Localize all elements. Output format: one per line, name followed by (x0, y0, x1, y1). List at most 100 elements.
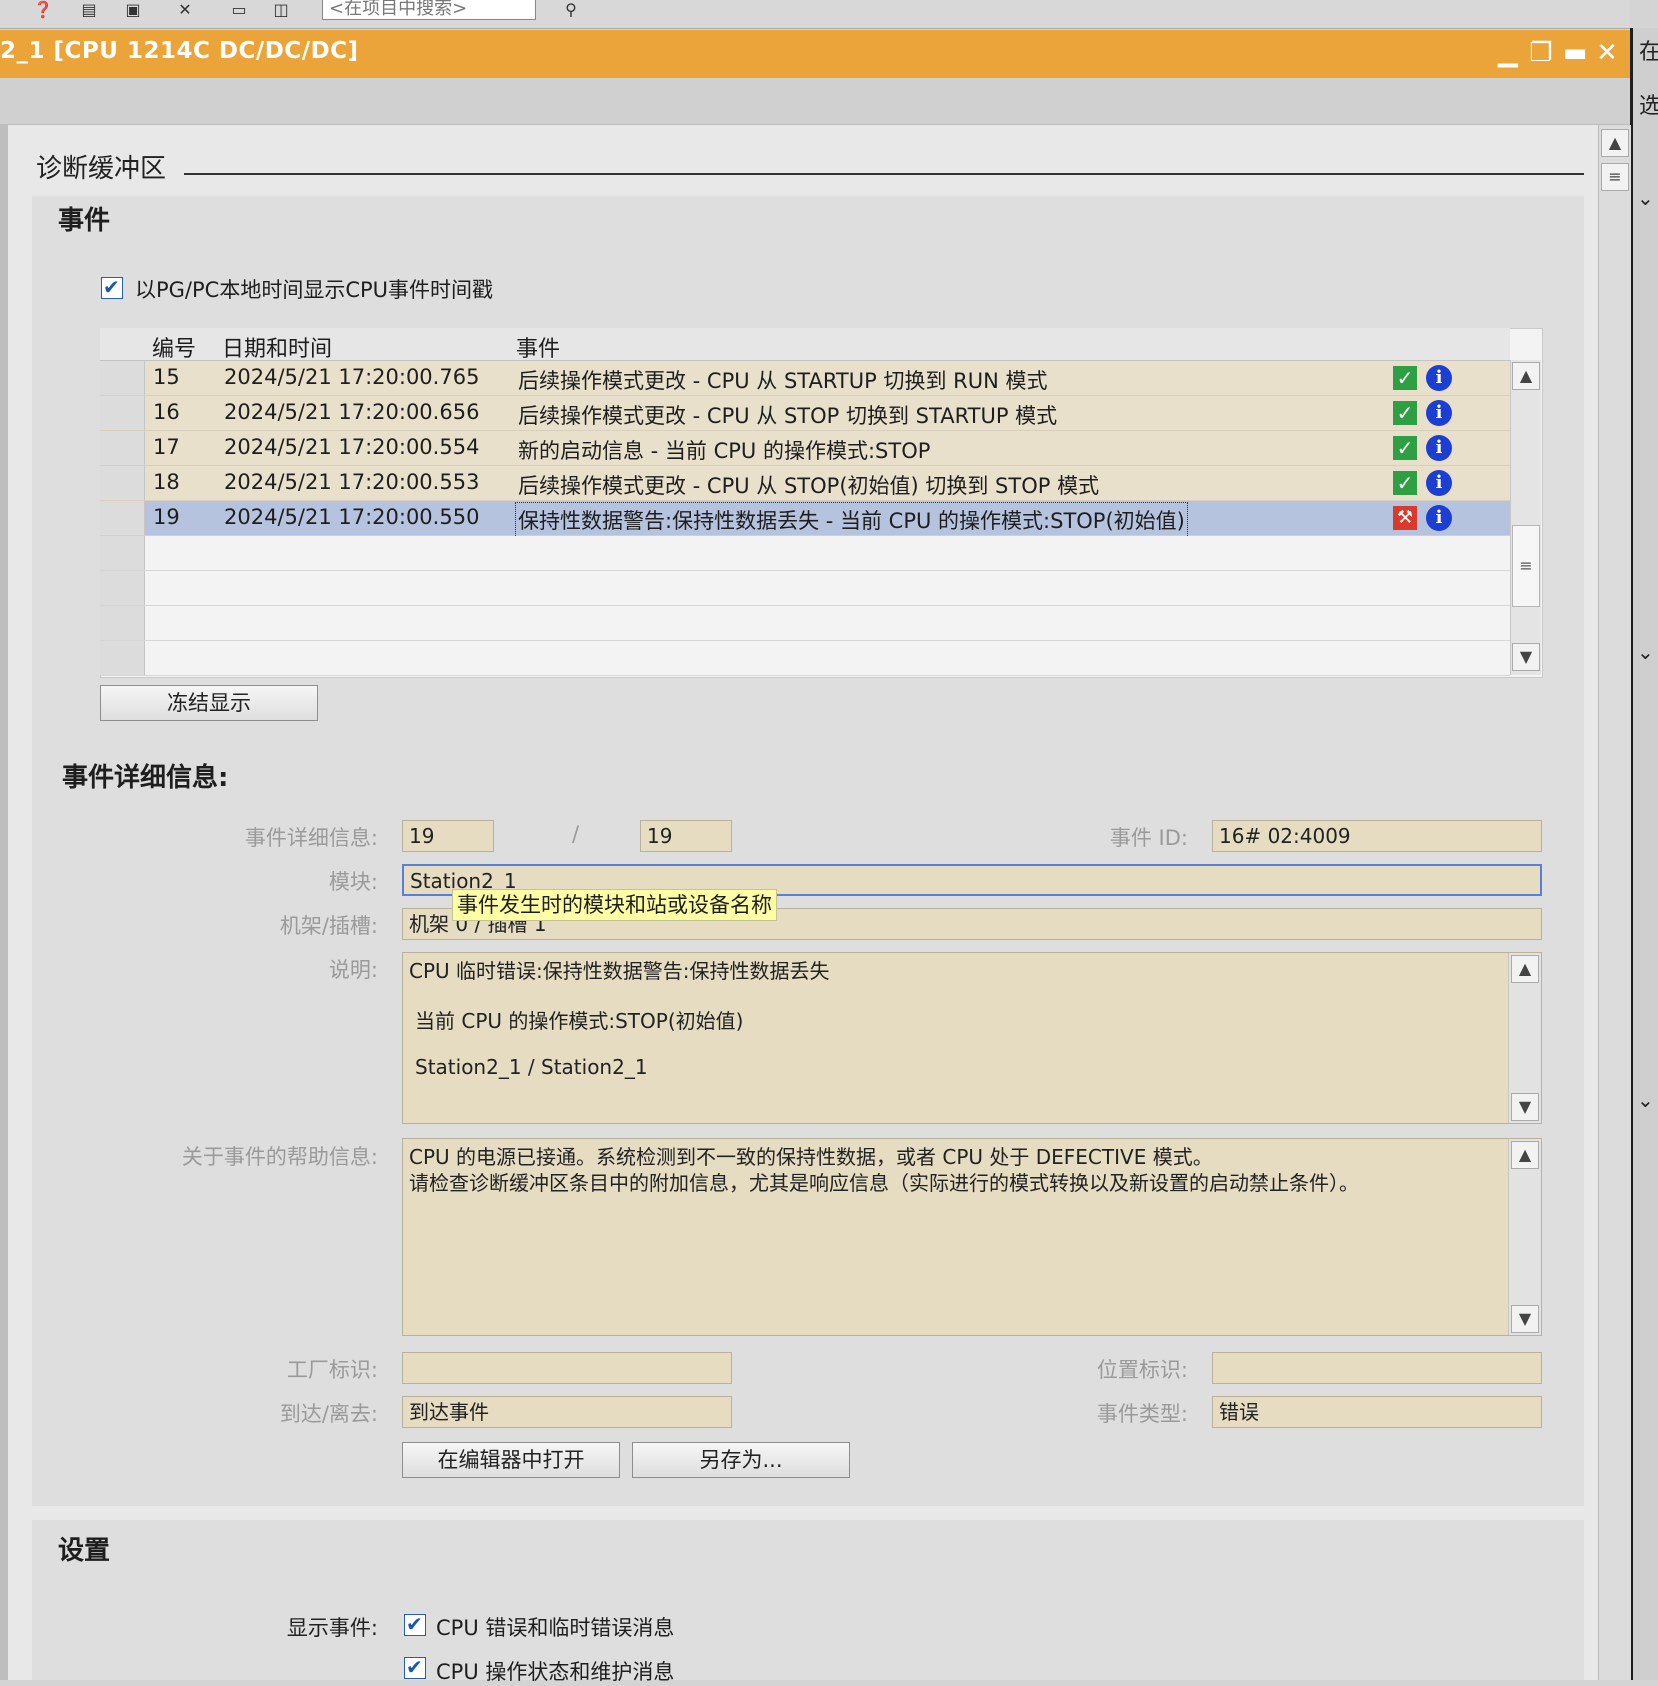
table-header: 编号 日期和时间 事件 (100, 328, 1510, 363)
scroll-up-icon[interactable]: ▲ (1511, 1141, 1539, 1169)
empty-row (100, 606, 1510, 641)
task-card-tab-1[interactable]: 在 (1639, 34, 1658, 66)
label-event-detail: 事件详细信息: (244, 826, 378, 850)
empty-row (100, 641, 1510, 676)
plant-id-field[interactable] (402, 1352, 732, 1384)
location-id-field[interactable] (1212, 1352, 1542, 1384)
row-number: 19 (153, 505, 180, 529)
row-datetime: 2024/5/21 17:20:00.765 (224, 365, 480, 389)
column-header-datetime[interactable]: 日期和时间 (222, 331, 332, 363)
info-icon[interactable]: i (1426, 365, 1452, 391)
error-wrench-icon: ⚒ (1393, 506, 1417, 530)
task-card-tab-2[interactable]: 选 (1639, 88, 1658, 120)
disconnect-icon[interactable]: ✕ (172, 0, 198, 20)
label-show-events: 显示事件: (286, 1616, 378, 1640)
search-go-icon[interactable]: ⚲ (558, 0, 584, 20)
scroll-up-icon[interactable]: ▲ (1512, 362, 1540, 390)
row-number: 15 (153, 365, 180, 389)
section-divider (184, 173, 1584, 175)
row-header (100, 466, 145, 500)
label-rack-slot: 机架/插槽: (279, 914, 378, 938)
cpu-error-messages-checkbox[interactable] (404, 1612, 426, 1636)
label-module: 模块: (328, 870, 378, 894)
close-icon[interactable]: ✕ (1592, 36, 1622, 70)
row-datetime: 2024/5/21 17:20:00.553 (224, 470, 480, 494)
event-type-field[interactable]: 错误 (1212, 1396, 1542, 1428)
editor-tab-strip (0, 78, 1630, 125)
scroll-up-icon[interactable]: ▲ (1511, 955, 1539, 983)
detail-separator: / (572, 822, 580, 846)
ok-check-icon: ✓ (1393, 436, 1417, 460)
description-scrollbar[interactable]: ▲ ▼ (1508, 953, 1541, 1123)
section-title: 诊断缓冲区 (36, 154, 167, 184)
table-row[interactable]: 18 2024/5/21 17:20:00.553 后续操作模式更改 - CPU… (100, 466, 1510, 501)
left-edge (0, 125, 8, 1680)
arrive-leave-field[interactable]: 到达事件 (402, 1396, 732, 1428)
save-as-button[interactable]: 另存为... (632, 1442, 850, 1478)
row-datetime: 2024/5/21 17:20:00.550 (224, 505, 480, 529)
settings-panel (32, 1520, 1584, 1680)
table-scroll-thumb[interactable]: ≡ (1512, 525, 1540, 607)
table-scrollbar[interactable]: ▲ ▼ (1510, 360, 1541, 675)
row-event: 后续操作模式更改 - CPU 从 STOP 切换到 STARTUP 模式 (518, 404, 1058, 428)
detail-index-field[interactable]: 19 (402, 820, 494, 852)
table-row[interactable]: 17 2024/5/21 17:20:00.554 新的启动信息 - 当前 CP… (100, 431, 1510, 466)
scroll-up-icon[interactable]: ▲ (1601, 129, 1629, 157)
row-header (100, 571, 145, 605)
help-scrollbar[interactable]: ▲ ▼ (1508, 1139, 1541, 1335)
events-heading: 事件 (58, 206, 111, 236)
module-icon[interactable]: ▣ (120, 0, 146, 20)
row-header (100, 396, 145, 430)
maximize-icon[interactable]: ▬ (1560, 36, 1590, 70)
description-area[interactable]: CPU 临时错误:保持性数据警告:保持性数据丢失 当前 CPU 的操作模式:ST… (402, 952, 1542, 1124)
chevron-down-icon[interactable]: ⌄ (1637, 1088, 1654, 1112)
row-number: 16 (153, 400, 180, 424)
chevron-down-icon[interactable]: ⌄ (1637, 640, 1654, 664)
project-search-input[interactable]: <在项目中搜索> (322, 0, 536, 20)
label-event-id: 事件 ID: (1109, 826, 1188, 850)
scroll-thumb[interactable]: ≡ (1601, 163, 1629, 191)
label-plant-id: 工厂标识: (286, 1358, 378, 1382)
info-icon[interactable]: i (1426, 400, 1452, 426)
info-icon[interactable]: i (1426, 435, 1452, 461)
row-datetime: 2024/5/21 17:20:00.656 (224, 400, 480, 424)
content-scrollbar[interactable]: ▲ ≡ (1598, 125, 1631, 1680)
row-number: 18 (153, 470, 180, 494)
float-icon[interactable]: ❐ (1526, 36, 1556, 70)
ok-check-icon: ✓ (1393, 471, 1417, 495)
label-arrive-leave: 到达/离去: (279, 1402, 378, 1426)
table-row[interactable]: 15 2024/5/21 17:20:00.765 后续操作模式更改 - CPU… (100, 361, 1510, 396)
description-line-3: Station2_1 / Station2_1 (415, 1055, 648, 1079)
chevron-down-icon[interactable]: ⌄ (1637, 186, 1654, 210)
row-event: 保持性数据警告:保持性数据丢失 - 当前 CPU 的操作模式:STOP(初始值) (515, 502, 1188, 538)
row-event: 新的启动信息 - 当前 CPU 的操作模式:STOP (518, 439, 931, 463)
description-line-1: CPU 临时错误:保持性数据警告:保持性数据丢失 (409, 959, 830, 983)
row-header (100, 606, 145, 640)
scroll-down-icon[interactable]: ▼ (1511, 1305, 1539, 1333)
row-number: 17 (153, 435, 180, 459)
row-header (100, 501, 145, 535)
info-icon[interactable]: i (1426, 505, 1452, 531)
scroll-down-icon[interactable]: ▼ (1512, 643, 1540, 671)
freeze-display-button[interactable]: 冻结显示 (100, 685, 318, 721)
info-icon[interactable]: i (1426, 470, 1452, 496)
column-header-number[interactable]: 编号 (152, 331, 196, 363)
label-description: 说明: (328, 958, 378, 982)
ok-check-icon: ✓ (1393, 401, 1417, 425)
cpu-status-messages-checkbox[interactable] (404, 1655, 426, 1679)
table-row[interactable]: 16 2024/5/21 17:20:00.656 后续操作模式更改 - CPU… (100, 396, 1510, 431)
editor-title-bar: 2_1 [CPU 1214C DC/DC/DC] ▁ ❐ ▬ ✕ (0, 30, 1630, 78)
help-area[interactable]: CPU 的电源已接通。系统检测到不一致的保持性数据，或者 CPU 处于 DEFE… (402, 1138, 1542, 1336)
help-icon[interactable]: ❓ (30, 0, 56, 20)
open-in-editor-button[interactable]: 在编辑器中打开 (402, 1442, 620, 1478)
event-id-field[interactable]: 16# 02:4009 (1212, 820, 1542, 852)
minimize-icon[interactable]: ▁ (1493, 36, 1523, 70)
split-vertical-icon[interactable]: ◫ (268, 0, 294, 20)
detail-total-field[interactable]: 19 (640, 820, 732, 852)
column-header-event[interactable]: 事件 (516, 331, 560, 363)
table-row-selected[interactable]: 19 2024/5/21 17:20:00.550 保持性数据警告:保持性数据丢… (100, 501, 1510, 538)
transfer-icon[interactable]: ▤ (76, 0, 102, 20)
split-horizontal-icon[interactable]: ▭ (226, 0, 252, 20)
local-time-checkbox[interactable] (101, 275, 123, 299)
scroll-down-icon[interactable]: ▼ (1511, 1093, 1539, 1121)
